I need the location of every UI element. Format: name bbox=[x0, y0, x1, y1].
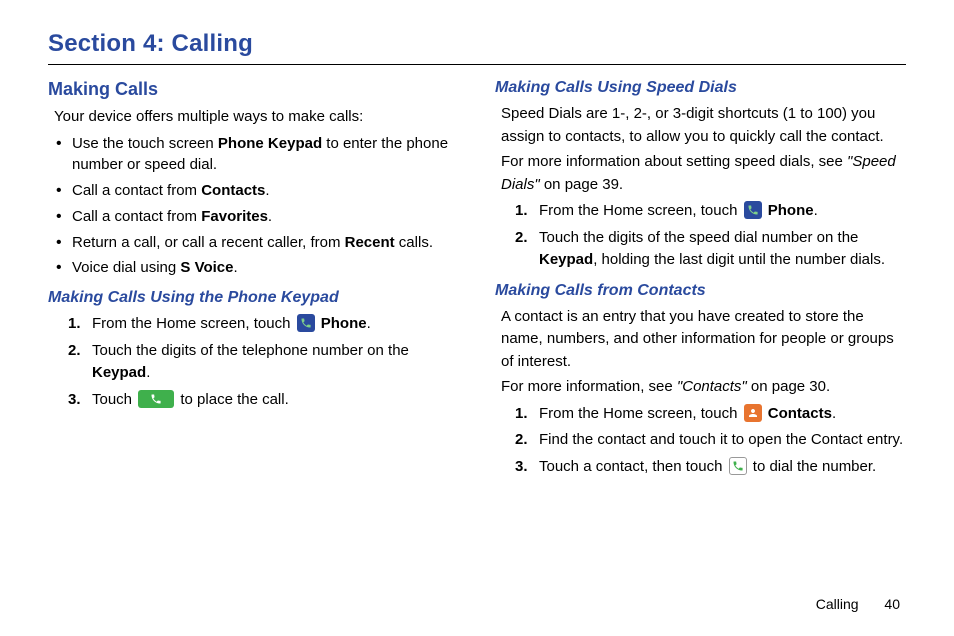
list-item: From the Home screen, touch Phone. bbox=[515, 200, 906, 223]
text: From the Home screen, touch bbox=[92, 315, 295, 332]
bullet-item: Call a contact from Favorites. bbox=[54, 206, 459, 228]
text: From the Home screen, touch bbox=[539, 405, 742, 422]
bullet-item: Voice dial using S Voice. bbox=[54, 257, 459, 279]
intro-text: Your device offers multiple ways to make… bbox=[54, 106, 459, 129]
list-item: Find the contact and touch it to open th… bbox=[515, 429, 906, 452]
text: Return a call, or call a recent caller, … bbox=[72, 234, 345, 251]
bold-text: Keypad bbox=[92, 364, 146, 381]
bold-text: Phone bbox=[317, 315, 367, 332]
bold-text: Phone Keypad bbox=[218, 135, 322, 152]
right-column: Making Calls Using Speed Dials Speed Dia… bbox=[495, 79, 906, 482]
list-item: Touch a contact, then touch to dial the … bbox=[515, 456, 906, 479]
text: Touch the digits of the speed dial numbe… bbox=[539, 229, 858, 246]
bold-text: Favorites bbox=[201, 208, 268, 225]
list-item: From the Home screen, touch Phone. bbox=[68, 313, 459, 336]
page-footer: Calling 40 bbox=[816, 596, 900, 612]
text: to dial the number. bbox=[749, 458, 877, 475]
phone-app-icon bbox=[297, 314, 315, 332]
text: Touch a contact, then touch bbox=[539, 458, 727, 475]
bold-text: S Voice bbox=[180, 259, 233, 276]
bold-text: Contacts bbox=[201, 182, 265, 199]
list-item: Touch the digits of the speed dial numbe… bbox=[515, 227, 906, 272]
text: on page 39. bbox=[540, 176, 623, 193]
numbered-list: From the Home screen, touch Contacts. Fi… bbox=[495, 403, 906, 479]
numbered-list: From the Home screen, touch Phone. Touch… bbox=[48, 313, 459, 411]
paragraph: A contact is an entry that you have crea… bbox=[501, 306, 906, 374]
content-columns: Making Calls Your device offers multiple… bbox=[48, 79, 906, 482]
section-title: Section 4: Calling bbox=[48, 30, 906, 58]
bold-text: Phone bbox=[764, 202, 814, 219]
bullet-item: Return a call, or call a recent caller, … bbox=[54, 232, 459, 254]
text: For more information, see bbox=[501, 378, 677, 395]
bullet-list: Use the touch screen Phone Keypad to ent… bbox=[48, 133, 459, 280]
text: , holding the last digit until the numbe… bbox=[593, 251, 885, 268]
text: Use the touch screen bbox=[72, 135, 218, 152]
italic-text: "Contacts" bbox=[677, 378, 747, 395]
heading-speed-dials: Making Calls Using Speed Dials bbox=[495, 79, 906, 97]
text: For more information about setting speed… bbox=[501, 153, 847, 170]
bullet-item: Use the touch screen Phone Keypad to ent… bbox=[54, 133, 459, 177]
text: From the Home screen, touch bbox=[539, 202, 742, 219]
dial-icon bbox=[729, 457, 747, 475]
paragraph: Speed Dials are 1-, 2-, or 3-digit short… bbox=[501, 103, 906, 148]
contacts-app-icon bbox=[744, 404, 762, 422]
text: Find the contact and touch it to open th… bbox=[539, 431, 903, 448]
call-button-icon bbox=[138, 390, 174, 408]
phone-app-icon bbox=[744, 201, 762, 219]
text: on page 30. bbox=[747, 378, 830, 395]
text: Touch bbox=[92, 391, 136, 408]
page-number: 40 bbox=[884, 596, 900, 612]
text: to place the call. bbox=[176, 391, 289, 408]
title-rule bbox=[48, 64, 906, 65]
text: . bbox=[814, 202, 818, 219]
paragraph: For more information, see "Contacts" on … bbox=[501, 376, 906, 399]
text: Call a contact from bbox=[72, 182, 201, 199]
paragraph: For more information about setting speed… bbox=[501, 151, 906, 196]
bullet-item: Call a contact from Contacts. bbox=[54, 180, 459, 202]
text: . bbox=[146, 364, 150, 381]
text: Call a contact from bbox=[72, 208, 201, 225]
text: Voice dial using bbox=[72, 259, 180, 276]
text: . bbox=[367, 315, 371, 332]
list-item: Touch the digits of the telephone number… bbox=[68, 340, 459, 385]
left-column: Making Calls Your device offers multiple… bbox=[48, 79, 459, 482]
numbered-list: From the Home screen, touch Phone. Touch… bbox=[495, 200, 906, 272]
footer-label: Calling bbox=[816, 596, 859, 612]
list-item: Touch to place the call. bbox=[68, 389, 459, 412]
list-item: From the Home screen, touch Contacts. bbox=[515, 403, 906, 426]
heading-making-calls: Making Calls bbox=[48, 79, 459, 100]
heading-phone-keypad: Making Calls Using the Phone Keypad bbox=[48, 289, 459, 307]
bold-text: Keypad bbox=[539, 251, 593, 268]
heading-from-contacts: Making Calls from Contacts bbox=[495, 282, 906, 300]
text: calls. bbox=[395, 234, 433, 251]
text: . bbox=[265, 182, 269, 199]
text: . bbox=[832, 405, 836, 422]
text: . bbox=[234, 259, 238, 276]
text: Touch the digits of the telephone number… bbox=[92, 342, 409, 359]
bold-text: Contacts bbox=[764, 405, 832, 422]
text: . bbox=[268, 208, 272, 225]
bold-text: Recent bbox=[345, 234, 395, 251]
